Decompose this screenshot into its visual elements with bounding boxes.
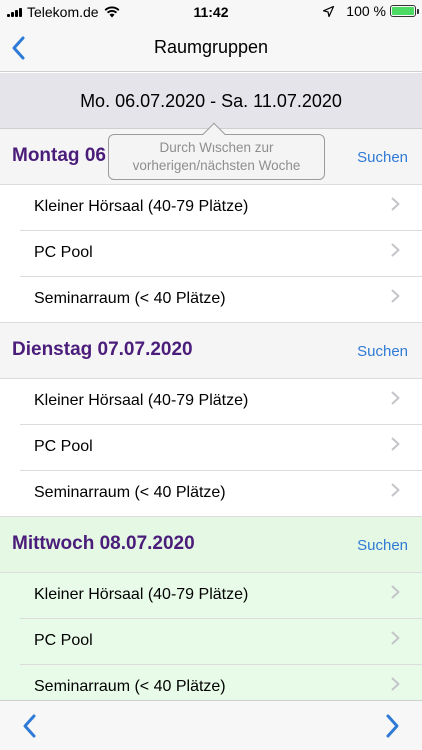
room-row[interactable]: Kleiner Hörsaal (40-79 Plätze) <box>0 379 422 425</box>
room-row[interactable]: Kleiner Hörsaal (40-79 Plätze) <box>0 573 422 619</box>
room-label: Kleiner Hörsaal (40-79 Plätze) <box>34 198 249 215</box>
room-label: Kleiner Hörsaal (40-79 Plätze) <box>34 392 249 409</box>
chevron-right-icon <box>391 197 400 211</box>
chevron-right-icon <box>391 289 400 303</box>
room-row[interactable]: Seminarraum (< 40 Plätze) <box>0 277 422 323</box>
chevron-right-icon <box>391 585 400 599</box>
room-row[interactable]: PC Pool <box>0 425 422 471</box>
room-row[interactable]: PC Pool <box>0 619 422 665</box>
page-title: Raumgruppen <box>153 37 269 57</box>
battery-percent: 100 % <box>346 3 386 19</box>
chevron-right-icon <box>391 483 400 497</box>
room-row[interactable]: Seminarraum (< 40 Plätze) <box>0 471 422 517</box>
week-range-label: Mo. 06.07.2020 - Sa. 11.07.2020 <box>80 91 342 111</box>
chevron-right-icon <box>391 243 400 257</box>
room-label: Seminarraum (< 40 Plätze) <box>34 484 226 501</box>
chevron-right-icon <box>391 631 400 645</box>
status-bar: Telekom.de 11:42 100 % <box>0 0 422 24</box>
day-title: Mittwoch 08.07.2020 <box>12 533 195 554</box>
bottom-toolbar <box>0 700 422 750</box>
room-label: PC Pool <box>34 438 93 455</box>
day-title: Dienstag 07.07.2020 <box>12 339 193 360</box>
room-label: Kleiner Hörsaal (40-79 Plätze) <box>34 586 249 603</box>
location-arrow-icon <box>323 5 335 17</box>
room-row[interactable]: Kleiner Hörsaal (40-79 Plätze) <box>0 185 422 231</box>
battery-fill <box>392 7 414 15</box>
search-button[interactable]: Suchen <box>357 149 408 166</box>
previous-week-chevron-icon[interactable] <box>20 713 40 739</box>
room-label: Seminarraum (< 40 Plätze) <box>34 678 226 695</box>
battery-cap <box>417 9 419 14</box>
status-right: 100 % <box>323 3 419 19</box>
room-label: Seminarraum (< 40 Plätze) <box>34 290 226 307</box>
room-label: PC Pool <box>34 632 93 649</box>
day-header-tuesday: Dienstag 07.07.2020 Suchen <box>0 323 422 379</box>
next-week-chevron-icon[interactable] <box>382 713 402 739</box>
day-header-wednesday: Mittwoch 08.07.2020 Suchen <box>0 517 422 573</box>
chevron-right-icon <box>391 437 400 451</box>
room-label: PC Pool <box>34 244 93 261</box>
chevron-right-icon <box>391 391 400 405</box>
battery-icon <box>390 5 419 17</box>
room-row[interactable]: PC Pool <box>0 231 422 277</box>
chevron-right-icon <box>391 677 400 691</box>
swipe-hint-tooltip: Durch Wischen zur vorherigen/nächsten Wo… <box>108 122 325 180</box>
search-button[interactable]: Suchen <box>357 537 408 554</box>
day-title: Montag 06 <box>12 145 106 166</box>
week-range-bar[interactable]: Mo. 06.07.2020 - Sa. 11.07.2020 <box>0 73 422 129</box>
search-button[interactable]: Suchen <box>357 343 408 360</box>
tooltip-line-2: vorherigen/nächsten Woche <box>132 158 301 173</box>
navigation-bar: Raumgruppen <box>0 24 422 72</box>
